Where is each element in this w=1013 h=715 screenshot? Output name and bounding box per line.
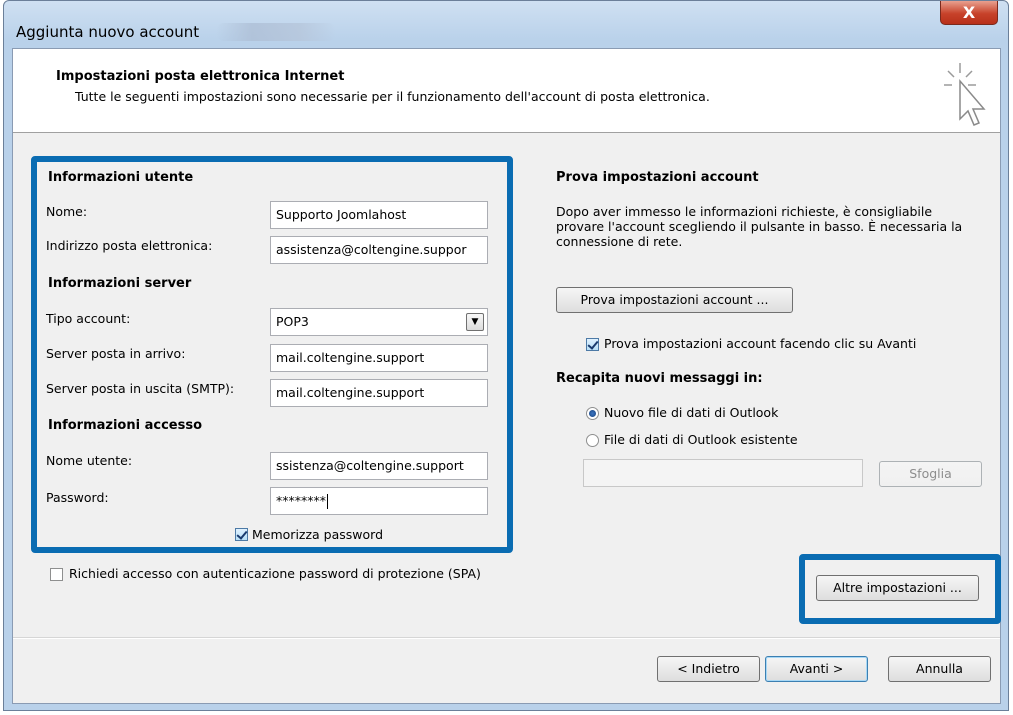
cursor-click-icon — [944, 63, 986, 126]
next-button[interactable]: Avanti > — [765, 656, 868, 682]
title-blur — [216, 23, 336, 41]
highlight-frame-right — [799, 554, 1001, 624]
close-button[interactable]: X — [940, 1, 998, 25]
test-description: Dopo aver immesso le informazioni richie… — [556, 204, 963, 249]
spa-checkbox[interactable] — [50, 568, 63, 581]
footer-divider — [13, 637, 1000, 639]
test-on-next-label: Prova impostazioni account facendo clic … — [604, 336, 917, 351]
window-title: Aggiunta nuovo account — [16, 23, 200, 41]
existing-data-file-radio[interactable] — [586, 434, 599, 447]
close-icon: X — [962, 3, 976, 22]
section-test-account: Prova impostazioni account — [556, 170, 759, 185]
header-subtitle: Tutte le seguenti impostazioni sono nece… — [75, 89, 710, 104]
section-deliver: Recapita nuovi messaggi in: — [556, 371, 763, 386]
title-bar[interactable]: Aggiunta nuovo account X — [4, 1, 1008, 49]
data-file-path-input[interactable] — [583, 459, 863, 487]
dialog-header: Impostazioni posta elettronica Internet … — [13, 49, 1000, 133]
dialog-body: Impostazioni posta elettronica Internet … — [12, 48, 1001, 704]
back-button[interactable]: < Indietro — [657, 656, 760, 682]
browse-button[interactable]: Sfoglia — [879, 461, 982, 487]
header-title: Impostazioni posta elettronica Internet — [56, 69, 345, 84]
new-data-file-radio[interactable] — [586, 407, 599, 420]
spa-label: Richiedi accesso con autenticazione pass… — [69, 566, 481, 581]
existing-data-file-label: File di dati di Outlook esistente — [604, 432, 798, 447]
test-on-next-checkbox[interactable] — [586, 338, 599, 351]
dialog-window: Aggiunta nuovo account X Impostazioni po… — [3, 0, 1009, 711]
highlight-frame-left — [31, 156, 513, 553]
test-account-button[interactable]: Prova impostazioni account ... — [556, 287, 793, 313]
cancel-button[interactable]: Annulla — [888, 656, 991, 682]
new-data-file-label: Nuovo file di dati di Outlook — [604, 405, 779, 420]
